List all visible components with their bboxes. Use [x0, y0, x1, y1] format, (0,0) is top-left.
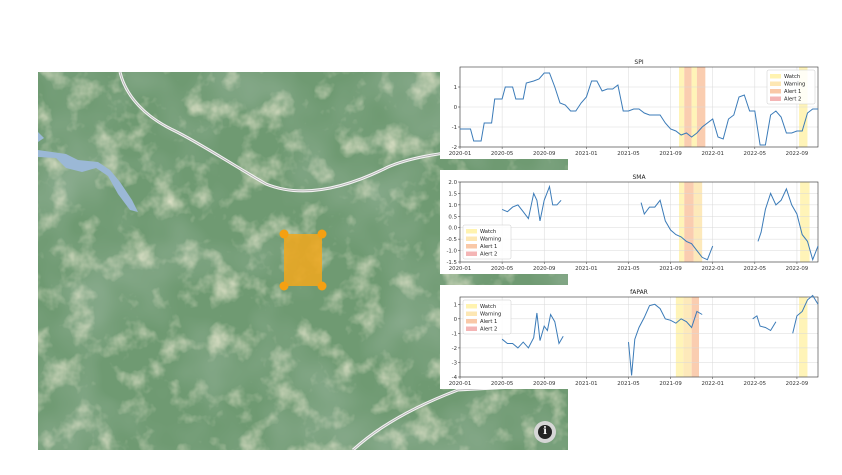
y-tick-label: 1.0 — [448, 203, 457, 209]
x-tick-label: 2022-01 — [701, 151, 724, 157]
x-tick-label: 2021-09 — [659, 266, 682, 272]
x-tick-label: 2020-05 — [491, 266, 514, 272]
legend-label: Warning — [480, 312, 501, 318]
x-tick-label: 2022-05 — [744, 151, 767, 157]
sma-chart-plot: SMA 2020-01 2020-05 2020-09 2021-01 2021-05 20… — [446, 174, 819, 272]
y-tick-label: 0.5 — [448, 214, 457, 220]
legend-swatch — [770, 89, 781, 94]
legend-label: Alert 1 — [480, 244, 497, 250]
spi-chart: SPI 2020-01 2020-05 2020-09 2021-01 2021-05 20… — [440, 55, 820, 159]
legend-label: Warning — [480, 237, 501, 243]
series-line — [501, 184, 562, 221]
legend-swatch — [466, 244, 477, 249]
legend-label: Alert 2 — [784, 97, 801, 103]
y-tick-label: -1 — [452, 331, 457, 337]
y-tick-label: 2.0 — [448, 180, 457, 186]
legend-swatch — [466, 236, 477, 241]
x-tick-label: 2021-05 — [617, 266, 640, 272]
selection-area[interactable] — [284, 234, 322, 286]
fapar-chart: fAPAR 2020-01 2020-05 2020-09 2021-01 2021-05… — [440, 285, 820, 389]
y-tick-label: 0.0 — [448, 226, 457, 232]
legend-swatch — [770, 96, 781, 101]
sma-chart: SMA 2020-01 2020-05 2020-09 2021-01 2021-05 20… — [440, 170, 820, 274]
legend-swatch — [466, 311, 477, 316]
x-tick-label: 2020-05 — [491, 381, 514, 387]
info-button[interactable]: i — [534, 421, 556, 443]
legend-swatch — [466, 251, 477, 256]
fapar-chart-plot: fAPAR 2020-01 2020-05 2020-09 2021-01 2021-05… — [449, 289, 819, 387]
x-tick-label: 2022-05 — [744, 381, 767, 387]
legend-swatch — [466, 229, 477, 234]
y-tick-label: -4 — [452, 375, 458, 381]
y-tick-label: 1.5 — [448, 191, 457, 197]
legend-label: Alert 1 — [784, 89, 801, 95]
y-tick-label: -1 — [452, 125, 457, 131]
spi-chart-plot: SPI 2020-01 2020-05 2020-09 2021-01 2021-05 20… — [449, 59, 819, 157]
legend-label: Warning — [784, 82, 805, 88]
y-tick-label: 0 — [454, 317, 458, 323]
chart-title: SMA — [632, 174, 646, 181]
alert-band — [675, 297, 684, 377]
alert-band — [679, 182, 685, 262]
x-tick-label: 2020-01 — [449, 151, 472, 157]
info-icon: i — [538, 425, 552, 439]
selection-handle-se[interactable] — [317, 281, 327, 291]
x-tick-label: 2021-01 — [575, 151, 598, 157]
legend-swatch — [466, 319, 477, 324]
x-tick-label: 2020-01 — [449, 381, 472, 387]
alert-band — [691, 297, 700, 377]
legend-label: Watch — [480, 229, 496, 235]
legend-swatch — [770, 81, 781, 86]
selection-handle-ne[interactable] — [317, 229, 327, 239]
chart-title: SPI — [634, 59, 643, 66]
selection-handle-sw[interactable] — [279, 281, 289, 291]
y-tick-label: -3 — [452, 360, 457, 366]
x-tick-label: 2022-09 — [786, 381, 809, 387]
legend-label: Watch — [784, 74, 800, 80]
series-line — [501, 312, 564, 349]
alert-band — [800, 182, 810, 262]
x-tick-label: 2021-09 — [659, 381, 682, 387]
legend-swatch — [770, 74, 781, 79]
alert-band — [693, 182, 703, 262]
legend-label: Watch — [480, 304, 496, 310]
series-line — [460, 72, 818, 146]
x-tick-label: 2020-01 — [449, 266, 472, 272]
x-tick-label: 2022-05 — [744, 266, 767, 272]
x-tick-label: 2020-05 — [491, 151, 514, 157]
legend-label: Alert 2 — [480, 252, 497, 258]
legend-label: Alert 2 — [480, 327, 497, 333]
selection-handle-nw[interactable] — [279, 229, 289, 239]
legend-swatch — [466, 304, 477, 309]
y-tick-label: -2 — [452, 145, 457, 151]
x-tick-label: 2020-09 — [533, 381, 556, 387]
y-tick-label: 0 — [454, 105, 458, 111]
y-tick-label: 1 — [454, 302, 457, 308]
x-tick-label: 2022-01 — [701, 266, 724, 272]
x-tick-label: 2022-09 — [786, 151, 809, 157]
y-tick-label: -0.5 — [446, 237, 457, 243]
y-tick-label: -1.0 — [446, 249, 457, 255]
legend-label: Alert 1 — [480, 319, 497, 325]
x-tick-label: 2021-09 — [659, 151, 682, 157]
x-tick-label: 2020-09 — [533, 266, 556, 272]
alert-band — [684, 182, 694, 262]
x-tick-label: 2021-05 — [617, 381, 640, 387]
y-tick-label: -1.5 — [446, 260, 457, 266]
x-tick-label: 2022-01 — [701, 381, 724, 387]
x-tick-label: 2021-01 — [575, 381, 598, 387]
alert-band — [683, 297, 692, 377]
y-tick-label: -2 — [452, 346, 457, 352]
x-tick-label: 2022-09 — [786, 266, 809, 272]
chart-title: fAPAR — [630, 289, 648, 296]
plot-frame — [459, 296, 819, 378]
x-tick-label: 2021-05 — [617, 151, 640, 157]
x-tick-label: 2020-09 — [533, 151, 556, 157]
series-line — [752, 315, 777, 332]
legend-swatch — [466, 326, 477, 331]
plot-frame — [459, 181, 819, 263]
y-tick-label: 1 — [454, 85, 457, 91]
x-tick-label: 2021-01 — [575, 266, 598, 272]
